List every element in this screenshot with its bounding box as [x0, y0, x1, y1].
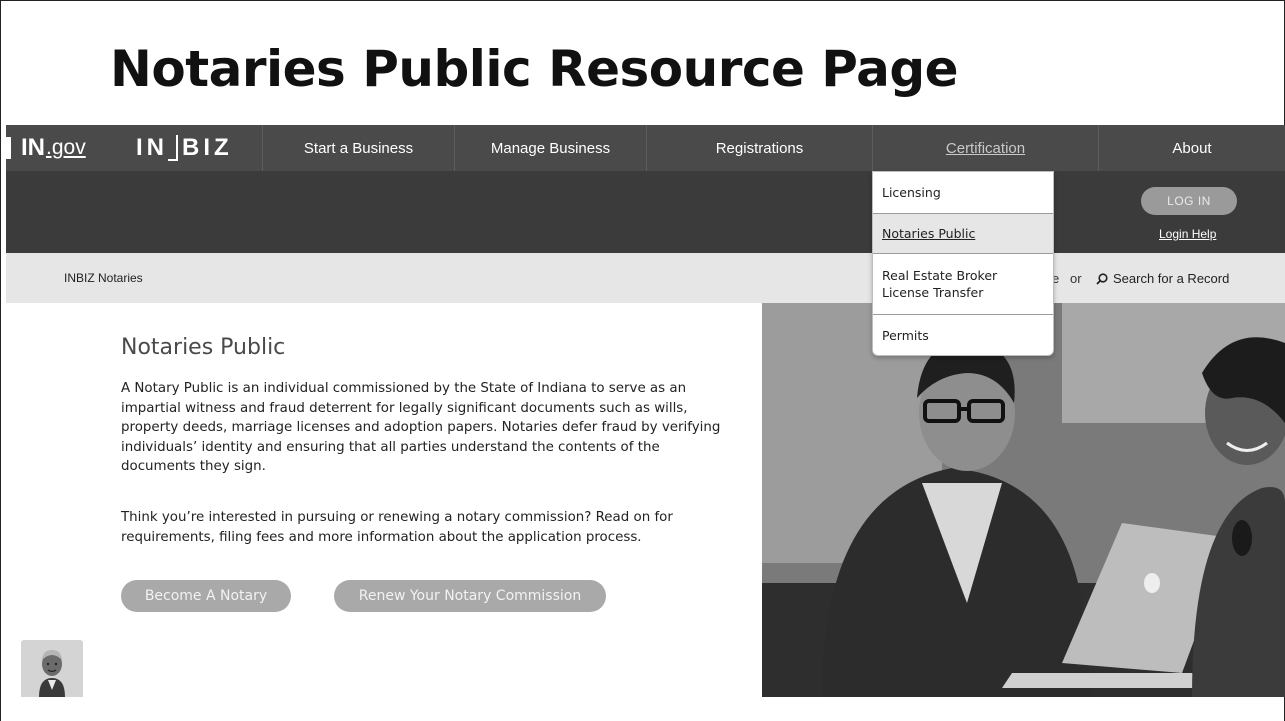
- page-title: Notaries Public: [121, 335, 286, 360]
- dropdown-item-licensing[interactable]: Licensing: [873, 172, 1053, 213]
- ingov-logo-in: IN: [21, 134, 45, 161]
- assistant-avatar-icon: [39, 650, 65, 697]
- nav-manage-business[interactable]: Manage Business: [454, 125, 646, 171]
- inbiz-logo-bracket: [168, 135, 178, 161]
- nav-registrations[interactable]: Registrations: [646, 125, 872, 171]
- account-band: [6, 171, 1285, 253]
- nav-start-a-business[interactable]: Start a Business: [262, 125, 454, 171]
- dropdown-item-permits[interactable]: Permits: [873, 315, 1053, 355]
- become-a-notary-button[interactable]: Become A Notary: [121, 580, 291, 612]
- search-for-record-link[interactable]: Search for a Record: [1113, 271, 1229, 286]
- login-button[interactable]: LOG IN: [1141, 187, 1237, 215]
- inbiz-logo[interactable]: IN BIZ: [136, 125, 256, 171]
- dropdown-item-notaries-public[interactable]: Notaries Public: [873, 214, 1053, 253]
- inbiz-logo-in: IN: [136, 134, 168, 161]
- ingov-logo-gov: .gov: [46, 136, 86, 159]
- search-icon[interactable]: [1096, 273, 1108, 285]
- ingov-logo[interactable]: IN .gov: [6, 125, 124, 171]
- breadcrumb-bar: [6, 253, 1285, 303]
- commission-paragraph: Think you’re interested in pursuing or r…: [121, 510, 673, 545]
- hero-photo: [762, 303, 1285, 697]
- search-or-text: or: [1070, 271, 1082, 286]
- inbiz-screenshot: IN .gov IN BIZ Start a Business Manage Bu…: [6, 125, 1285, 697]
- nav-about[interactable]: About: [1098, 125, 1285, 171]
- nav-certification[interactable]: Certification: [872, 125, 1098, 171]
- login-help-link[interactable]: Login Help: [1159, 227, 1216, 241]
- assistant-avatar-button[interactable]: [21, 640, 83, 697]
- breadcrumb[interactable]: INBIZ Notaries: [64, 271, 143, 285]
- dropdown-item-real-estate-broker[interactable]: Real Estate Broker License Transfer: [873, 254, 1023, 314]
- intro-paragraph: A Notary Public is an individual commiss…: [121, 381, 721, 474]
- top-navigation: IN .gov IN BIZ Start a Business Manage Bu…: [6, 125, 1285, 171]
- inbiz-logo-biz: BIZ: [182, 134, 233, 161]
- slide-title: Notaries Public Resource Page: [110, 40, 959, 98]
- hero-photo-illustration: [762, 303, 1285, 697]
- renew-notary-commission-button[interactable]: Renew Your Notary Commission: [334, 580, 606, 612]
- certification-dropdown: Licensing Notaries Public Real Estate Br…: [872, 171, 1054, 356]
- logo-bar: [6, 137, 11, 159]
